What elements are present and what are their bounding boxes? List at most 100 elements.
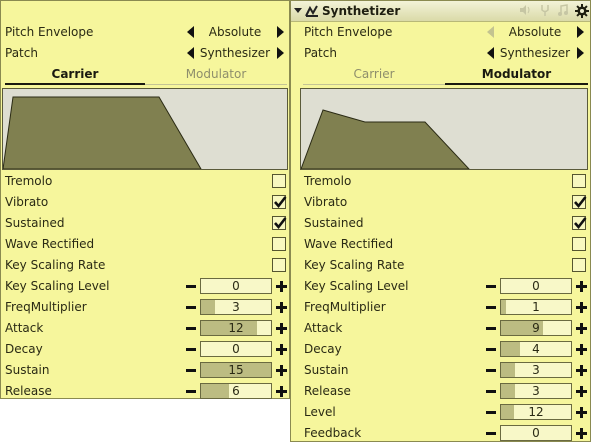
freqmultiplier-increment-button[interactable]: [576, 302, 587, 313]
pitch-envelope-next-button[interactable]: [277, 26, 284, 38]
attack-increment-button[interactable]: [576, 323, 587, 334]
sustained-label: Sustained: [5, 216, 65, 230]
freqmultiplier-decrement-button[interactable]: [486, 306, 496, 309]
decay-slider[interactable]: 0: [200, 341, 272, 357]
freqmultiplier-value: 1: [532, 300, 540, 314]
envelope-display[interactable]: [300, 88, 588, 170]
vibrato-label: Vibrato: [304, 195, 348, 209]
speaker-icon[interactable]: [519, 4, 531, 16]
patch-prev-button[interactable]: [187, 47, 194, 59]
sustained-row: Sustained: [1, 213, 291, 234]
key-scaling-level-increment-button[interactable]: [276, 281, 287, 292]
sustained-label: Sustained: [304, 216, 364, 230]
pitch-envelope-prev-button[interactable]: [487, 26, 494, 38]
release-increment-button[interactable]: [276, 386, 287, 397]
level-row: Level 12: [291, 402, 591, 423]
wave-rectified-checkbox[interactable]: [272, 237, 286, 251]
collapse-toggle-icon[interactable]: [294, 8, 302, 13]
pitch-envelope-value: Absolute: [508, 25, 562, 39]
decay-row: Decay 0: [1, 339, 291, 360]
attack-increment-button[interactable]: [276, 323, 287, 334]
feedback-decrement-button[interactable]: [486, 432, 496, 435]
sustain-slider[interactable]: 15: [200, 362, 272, 378]
pitch-envelope-prev-button[interactable]: [187, 26, 194, 38]
sustain-increment-button[interactable]: [276, 365, 287, 376]
decay-decrement-button[interactable]: [486, 348, 496, 351]
vibrato-checkbox[interactable]: [572, 195, 587, 209]
attack-slider[interactable]: 9: [500, 320, 572, 336]
decay-slider[interactable]: 4: [500, 341, 572, 357]
feedback-value: 0: [532, 426, 540, 440]
attack-decrement-button[interactable]: [186, 327, 196, 330]
decay-decrement-button[interactable]: [186, 348, 196, 351]
tremolo-row: Tremolo: [1, 171, 291, 192]
tab-modulator[interactable]: Modulator: [445, 65, 588, 85]
sustained-checkbox[interactable]: [572, 216, 587, 230]
level-slider[interactable]: 12: [500, 404, 572, 420]
key-scaling-rate-checkbox[interactable]: [272, 258, 286, 272]
level-value: 12: [528, 405, 544, 419]
patch-next-button[interactable]: [577, 47, 584, 59]
level-decrement-button[interactable]: [486, 411, 496, 414]
wave-rectified-label: Wave Rectified: [304, 237, 394, 251]
tab-carrier[interactable]: Carrier: [303, 65, 445, 85]
feedback-increment-button[interactable]: [576, 428, 587, 439]
sustain-value: 15: [228, 363, 244, 377]
tuning-fork-icon[interactable]: [539, 4, 551, 16]
attack-slider[interactable]: 12: [200, 320, 272, 336]
feedback-slider[interactable]: 0: [500, 425, 572, 441]
key-scaling-rate-checkbox[interactable]: [572, 258, 586, 272]
release-decrement-button[interactable]: [486, 390, 496, 393]
synth-logo-icon: [305, 5, 318, 17]
release-decrement-button[interactable]: [186, 390, 196, 393]
freqmultiplier-decrement-button[interactable]: [186, 306, 196, 309]
patch-next-button[interactable]: [277, 47, 284, 59]
gear-icon[interactable]: [575, 4, 589, 18]
key-scaling-rate-label: Key Scaling Rate: [5, 258, 106, 272]
tremolo-checkbox[interactable]: [572, 174, 586, 188]
key-scaling-level-decrement-button[interactable]: [486, 285, 496, 288]
tab-modulator[interactable]: Modulator: [145, 65, 287, 85]
freqmultiplier-increment-button[interactable]: [276, 302, 287, 313]
envelope-graph: [3, 96, 202, 169]
key-scaling-level-increment-button[interactable]: [576, 281, 587, 292]
release-slider[interactable]: 3: [500, 383, 572, 399]
music-notes-icon[interactable]: [557, 4, 569, 16]
vibrato-checkbox[interactable]: [272, 195, 287, 209]
vibrato-row: Vibrato: [1, 192, 291, 213]
release-slider[interactable]: 6: [200, 383, 272, 399]
freqmultiplier-row: FreqMultiplier 1: [291, 297, 591, 318]
feedback-label: Feedback: [304, 426, 362, 440]
attack-label: Attack: [304, 321, 343, 335]
pitch-envelope-next-button[interactable]: [577, 26, 584, 38]
level-increment-button[interactable]: [576, 407, 587, 418]
sustained-checkbox[interactable]: [272, 216, 287, 230]
freqmultiplier-slider[interactable]: 3: [200, 299, 272, 315]
envelope-display[interactable]: [2, 88, 288, 170]
patch-prev-button[interactable]: [487, 47, 494, 59]
sustain-decrement-button[interactable]: [186, 369, 196, 372]
sustain-increment-button[interactable]: [576, 365, 587, 376]
decay-increment-button[interactable]: [276, 344, 287, 355]
decay-label: Decay: [5, 342, 43, 356]
tremolo-checkbox[interactable]: [272, 174, 286, 188]
key-scaling-level-decrement-button[interactable]: [186, 285, 196, 288]
decay-increment-button[interactable]: [576, 344, 587, 355]
release-increment-button[interactable]: [576, 386, 587, 397]
vibrato-label: Vibrato: [5, 195, 49, 209]
release-value: 6: [232, 384, 240, 398]
attack-label: Attack: [5, 321, 44, 335]
tab-carrier[interactable]: Carrier: [5, 65, 145, 85]
sustained-row: Sustained: [291, 213, 591, 234]
freqmultiplier-row: FreqMultiplier 3: [1, 297, 291, 318]
vibrato-row: Vibrato: [291, 192, 591, 213]
attack-decrement-button[interactable]: [486, 327, 496, 330]
sustain-slider[interactable]: 3: [500, 362, 572, 378]
freqmultiplier-slider[interactable]: 1: [500, 299, 572, 315]
sustain-decrement-button[interactable]: [486, 369, 496, 372]
wave-rectified-checkbox[interactable]: [572, 237, 586, 251]
key-scaling-level-slider[interactable]: 0: [200, 278, 272, 294]
patch-value: Synthesizer: [199, 46, 271, 60]
key-scaling-level-slider[interactable]: 0: [500, 278, 572, 294]
freqmultiplier-value: 3: [232, 300, 240, 314]
